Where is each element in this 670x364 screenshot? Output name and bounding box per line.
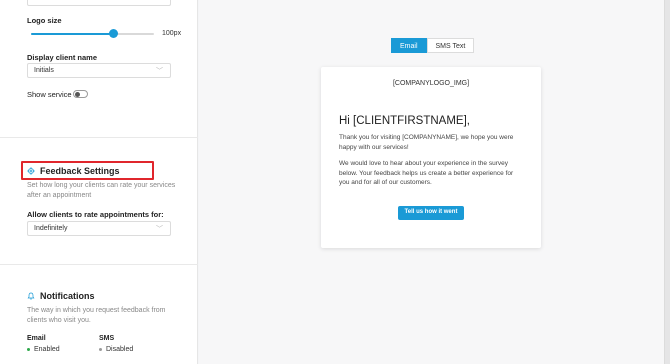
show-service-label: Show service (27, 90, 72, 99)
preview-channel-tabs: Email SMS Text (391, 38, 475, 53)
display-client-name-label: Display client name (27, 53, 98, 62)
logo-size-slider-thumb[interactable] (108, 29, 118, 38)
settings-sidebar: Logo size 100px Display client name Init… (0, 0, 198, 364)
tell-us-how-it-went-button[interactable]: Tell us how it went (398, 206, 464, 220)
sms-status-text: Disabled (106, 346, 134, 353)
tab-sms-text[interactable]: SMS Text (426, 38, 475, 53)
email-greeting: Hi [CLIENTFIRSTNAME], (339, 115, 470, 127)
notifications-title: Notifications (27, 291, 95, 301)
notifications-title-text: Notifications (40, 291, 95, 301)
chevron-down-icon: ﹀ (156, 68, 163, 75)
highlight-annotation-box (21, 161, 154, 180)
toggle-knob (75, 92, 80, 97)
section-divider (0, 137, 198, 138)
show-service-toggle[interactable] (73, 90, 88, 98)
email-paragraph-survey: We would love to hear about your experie… (339, 160, 514, 186)
section-divider (0, 264, 198, 265)
clipped-input-field[interactable] (27, 0, 171, 6)
enabled-dot-icon (27, 348, 30, 351)
sms-channel-label: SMS (99, 335, 115, 342)
chevron-down-icon: ﹀ (156, 226, 163, 233)
company-logo-placeholder: [COMPANYLOGO_IMG] (392, 80, 470, 87)
email-channel-status: Enabled (27, 346, 60, 353)
scrollbar[interactable] (664, 0, 670, 364)
logo-size-label: Logo size (27, 16, 62, 25)
email-channel-label: Email (27, 335, 46, 342)
display-client-name-value: Initials (34, 67, 54, 74)
logo-size-value: 100px (162, 30, 182, 37)
logo-size-slider-track[interactable] (31, 33, 154, 35)
rate-appointments-select[interactable]: Indefinitely ﹀ (27, 221, 171, 236)
feedback-settings-description: Set how long your clients can rate your … (27, 182, 176, 199)
email-paragraph-thanks: Thank you for visiting [COMPANYNAME], we… (339, 134, 514, 151)
sms-channel-status: Disabled (99, 346, 133, 353)
rate-appointments-value: Indefinitely (34, 225, 68, 232)
tab-email[interactable]: Email (391, 38, 427, 53)
bell-icon (27, 292, 35, 300)
display-client-name-select[interactable]: Initials ﹀ (27, 63, 171, 78)
email-preview-card: [COMPANYLOGO_IMG] Hi [CLIENTFIRSTNAME], … (321, 67, 541, 248)
disabled-dot-icon (99, 348, 102, 351)
email-status-text: Enabled (34, 346, 60, 353)
logo-size-slider-fill (31, 33, 114, 35)
notifications-description: The way in which you request feedback fr… (27, 307, 166, 324)
rate-appointments-label: Allow clients to rate appointments for: (27, 210, 164, 219)
